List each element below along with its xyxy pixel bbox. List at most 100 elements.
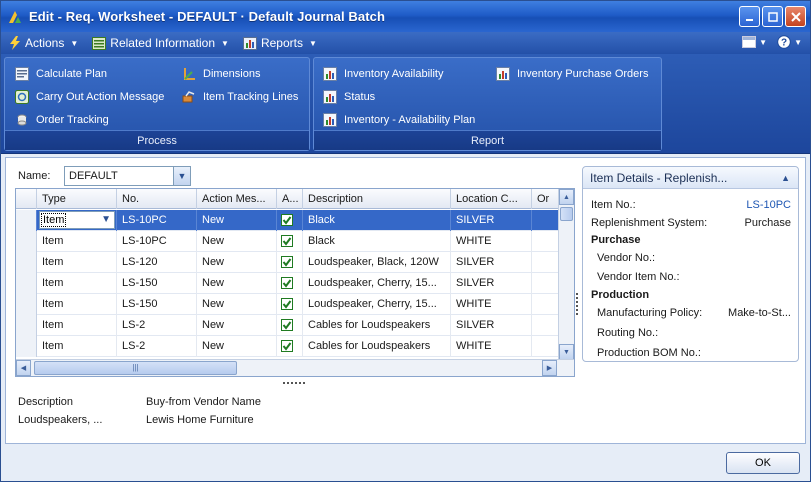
column-header-description[interactable]: Description <box>303 189 451 209</box>
cell-action-message[interactable]: New <box>197 231 277 252</box>
accept-checkbox[interactable] <box>281 256 293 268</box>
table-row[interactable]: Item LS-2 New Cables for Loudspeakers WHITE <box>16 336 574 357</box>
cell-location-code[interactable]: WHITE <box>451 336 532 357</box>
cell-original[interactable] <box>532 231 559 252</box>
cell-type[interactable]: Item <box>37 294 117 315</box>
inventory-availability-button[interactable]: Inventory Availability <box>323 67 443 81</box>
cell-original[interactable] <box>532 252 559 273</box>
inventory-availability-plan-button[interactable]: Inventory - Availability Plan <box>323 113 475 127</box>
row-selector[interactable] <box>16 294 37 315</box>
row-selector[interactable] <box>16 210 37 231</box>
vertical-splitter-handle[interactable] <box>576 293 579 317</box>
accept-checkbox[interactable] <box>281 340 293 352</box>
cell-action-message[interactable]: New <box>197 336 277 357</box>
cell-type[interactable]: Item <box>37 231 117 252</box>
cell-action-message[interactable]: New <box>197 210 277 231</box>
dimensions-button[interactable]: Dimensions <box>182 67 260 81</box>
cell-location-code[interactable]: SILVER <box>451 315 532 336</box>
column-header-type[interactable]: Type <box>37 189 117 209</box>
table-row[interactable]: Item LS-2 New Cables for Loudspeakers SILVER <box>16 315 574 336</box>
related-information-menu[interactable]: Related Information ▼ <box>92 36 229 50</box>
status-button[interactable]: Status <box>323 90 375 104</box>
cell-no[interactable]: LS-2 <box>117 336 197 357</box>
cell-accept[interactable] <box>277 252 303 273</box>
scroll-right-icon[interactable]: ▶ <box>542 360 557 376</box>
cell-accept[interactable] <box>277 315 303 336</box>
horizontal-splitter-handle[interactable] <box>283 382 305 384</box>
cell-location-code[interactable]: SILVER <box>451 273 532 294</box>
cell-no[interactable]: LS-150 <box>117 273 197 294</box>
accept-checkbox[interactable] <box>281 277 293 289</box>
cell-original[interactable] <box>532 294 559 315</box>
table-row[interactable]: Item LS-120 New Loudspeaker, Black, 120W SIL… <box>16 252 574 273</box>
column-header-action-message[interactable]: Action Mes... <box>197 189 277 209</box>
order-tracking-button[interactable]: Order Tracking <box>15 113 109 127</box>
minimize-button[interactable] <box>739 6 760 27</box>
row-selector[interactable] <box>16 231 37 252</box>
reports-menu[interactable]: Reports ▼ <box>242 36 317 50</box>
inventory-purchase-orders-button[interactable]: Inventory Purchase Orders <box>496 67 648 81</box>
cell-original[interactable] <box>532 336 559 357</box>
cell-action-message[interactable]: New <box>197 273 277 294</box>
cell-no[interactable]: LS-150 <box>117 294 197 315</box>
cell-location-code[interactable]: WHITE <box>451 231 532 252</box>
type-select[interactable]: Item ▼ <box>39 211 115 229</box>
carry-out-action-message-button[interactable]: Carry Out Action Message <box>15 90 164 104</box>
horizontal-scroll-thumb[interactable]: ||| <box>34 361 237 375</box>
accept-checkbox[interactable] <box>281 235 293 247</box>
cell-no[interactable]: LS-10PC <box>117 231 197 252</box>
cell-type[interactable]: Item <box>37 315 117 336</box>
cell-no[interactable]: LS-120 <box>117 252 197 273</box>
chevron-down-icon[interactable]: ▼ <box>101 212 111 228</box>
table-row[interactable]: Item LS-150 New Loudspeaker, Cherry, 15... S… <box>16 273 574 294</box>
cell-type[interactable]: Item ▼ <box>37 210 117 231</box>
cell-action-message[interactable]: New <box>197 315 277 336</box>
horizontal-scrollbar[interactable]: ◀ ||| ▶ <box>16 359 574 376</box>
actions-menu[interactable]: Actions ▼ <box>9 36 78 50</box>
cell-no[interactable]: LS-2 <box>117 315 197 336</box>
row-selector[interactable] <box>16 336 37 357</box>
cell-description[interactable]: Loudspeaker, Cherry, 15... <box>303 273 451 294</box>
table-row[interactable]: Item LS-10PC New Black WHITE <box>16 231 574 252</box>
table-row[interactable]: Item ▼ LS-10PC New Black SILVER <box>16 210 574 231</box>
cell-type[interactable]: Item <box>37 252 117 273</box>
scroll-up-icon[interactable]: ▲ <box>559 189 574 205</box>
row-selector[interactable] <box>16 273 37 294</box>
help-button[interactable]: ? ▼ <box>777 35 802 49</box>
close-button[interactable] <box>785 6 806 27</box>
cell-accept[interactable] <box>277 273 303 294</box>
cell-description[interactable]: Cables for Loudspeakers <box>303 336 451 357</box>
cell-description[interactable]: Black <box>303 210 451 231</box>
cell-accept[interactable] <box>277 294 303 315</box>
cell-description[interactable]: Loudspeaker, Cherry, 15... <box>303 294 451 315</box>
scroll-thumb[interactable] <box>560 207 573 221</box>
cell-action-message[interactable]: New <box>197 252 277 273</box>
calculate-plan-button[interactable]: Calculate Plan <box>15 67 107 81</box>
chevron-down-icon[interactable]: ▼ <box>173 167 190 185</box>
scroll-down-icon[interactable]: ▼ <box>559 344 574 360</box>
column-header-no[interactable]: No. <box>117 189 197 209</box>
column-header-original[interactable]: Or <box>532 189 559 209</box>
cell-accept[interactable] <box>277 210 303 231</box>
collapse-icon[interactable]: ▲ <box>781 167 790 189</box>
item-no-link[interactable]: LS-10PC <box>746 199 791 211</box>
column-header-location-code[interactable]: Location C... <box>451 189 532 209</box>
ok-button[interactable]: OK <box>726 452 800 474</box>
cell-accept[interactable] <box>277 231 303 252</box>
scroll-left-icon[interactable]: ◀ <box>16 360 31 376</box>
cell-location-code[interactable]: SILVER <box>451 252 532 273</box>
cell-type[interactable]: Item <box>37 273 117 294</box>
table-row[interactable]: Item LS-150 New Loudspeaker, Cherry, 15... W… <box>16 294 574 315</box>
cell-original[interactable] <box>532 315 559 336</box>
cell-original[interactable] <box>532 210 559 231</box>
cell-original[interactable] <box>532 273 559 294</box>
cell-no[interactable]: LS-10PC <box>117 210 197 231</box>
accept-checkbox[interactable] <box>281 319 293 331</box>
cell-description[interactable]: Loudspeaker, Black, 120W <box>303 252 451 273</box>
maximize-button[interactable] <box>762 6 783 27</box>
cell-accept[interactable] <box>277 336 303 357</box>
item-tracking-lines-button[interactable]: Item Tracking Lines <box>182 90 298 104</box>
cell-description[interactable]: Cables for Loudspeakers <box>303 315 451 336</box>
cell-description[interactable]: Black <box>303 231 451 252</box>
customize-view-button[interactable]: ▼ <box>742 36 767 48</box>
